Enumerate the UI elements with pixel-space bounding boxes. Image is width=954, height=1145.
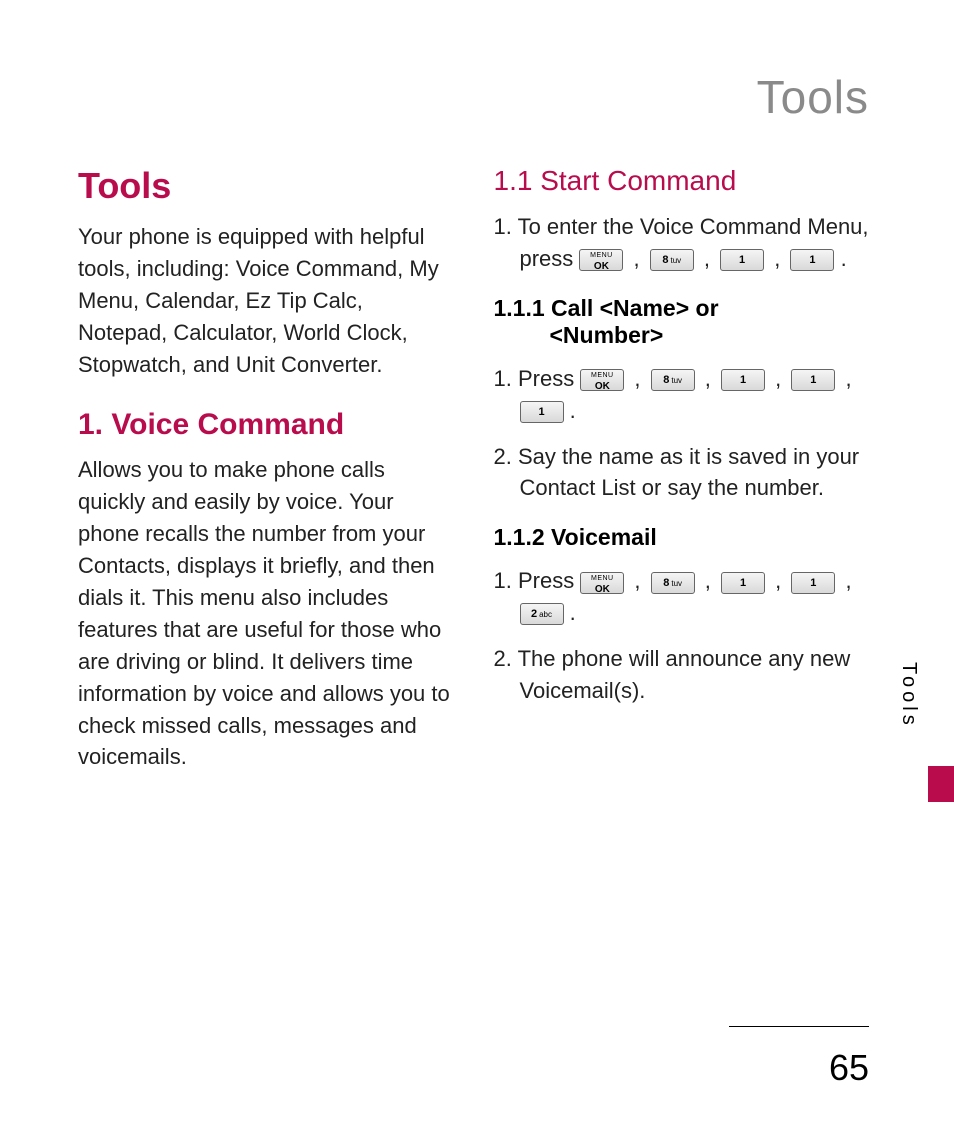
step-terminator: . <box>834 246 846 271</box>
separator-comma: , <box>698 246 716 271</box>
voicemail-step-1: 1. Press MENUOK , 8tuv , 1 , 1 , 2abc . <box>494 565 870 629</box>
key-1: 1 <box>721 572 765 594</box>
key-1: 1 <box>721 369 765 391</box>
key-menu-ok: MENUOK <box>580 572 624 594</box>
step-text: 1. Press <box>494 366 581 391</box>
separator-comma: , <box>769 568 787 593</box>
right-column: 1.1 Start Command 1. To enter the Voice … <box>494 165 870 787</box>
key-8: 8tuv <box>650 249 694 271</box>
side-tab-bar <box>928 766 954 802</box>
separator-comma: , <box>769 366 787 391</box>
separator-comma: , <box>628 366 646 391</box>
separator-comma: , <box>768 246 786 271</box>
key-2: 2abc <box>520 603 564 625</box>
heading-start-command: 1.1 Start Command <box>494 165 870 197</box>
side-tab-label: Tools <box>897 662 920 729</box>
key-8: 8tuv <box>651 572 695 594</box>
separator-comma: , <box>699 568 717 593</box>
voicemail-step-2: 2. The phone will announce any new Voice… <box>494 643 870 707</box>
running-head: Tools <box>757 70 869 124</box>
key-8: 8tuv <box>651 369 695 391</box>
key-1: 1 <box>791 572 835 594</box>
voicemail-steps: 1. Press MENUOK , 8tuv , 1 , 1 , 2abc . … <box>494 565 870 707</box>
key-menu-ok: MENUOK <box>580 369 624 391</box>
key-1: 1 <box>720 249 764 271</box>
heading-voicemail: 1.1.2 Voicemail <box>494 524 870 551</box>
separator-comma: , <box>839 366 851 391</box>
start-command-step-1: 1. To enter the Voice Command Menu, pres… <box>494 211 870 275</box>
voice-command-description: Allows you to make phone calls quickly a… <box>78 454 454 773</box>
separator-comma: , <box>839 568 851 593</box>
step-terminator: . <box>564 398 576 423</box>
separator-comma: , <box>699 366 717 391</box>
side-tab: Tools <box>926 680 954 776</box>
heading-voice-command: 1. Voice Command <box>78 408 454 442</box>
content-area: Tools Your phone is equipped with helpfu… <box>78 165 869 787</box>
call-steps: 1. Press MENUOK , 8tuv , 1 , 1 , 1 . 2. … <box>494 363 870 505</box>
key-1: 1 <box>790 249 834 271</box>
key-1: 1 <box>520 401 564 423</box>
key-1: 1 <box>791 369 835 391</box>
key-menu-ok: MENUOK <box>579 249 623 271</box>
step-terminator: . <box>564 600 576 625</box>
call-step-1: 1. Press MENUOK , 8tuv , 1 , 1 , 1 . <box>494 363 870 427</box>
left-column: Tools Your phone is equipped with helpfu… <box>78 165 454 787</box>
page-number: 65 <box>829 1047 869 1089</box>
call-step-2: 2. Say the name as it is saved in your C… <box>494 441 870 505</box>
step-text: 1. Press <box>494 568 581 593</box>
start-command-steps: 1. To enter the Voice Command Menu, pres… <box>494 211 870 275</box>
heading-call-name-number: 1.1.1 Call <Name> or <Number> <box>494 295 870 349</box>
separator-comma: , <box>628 568 646 593</box>
separator-comma: , <box>627 246 645 271</box>
tools-intro-paragraph: Your phone is equipped with helpful tool… <box>78 221 454 380</box>
section-title-tools: Tools <box>78 165 454 207</box>
folio-rule <box>729 1026 869 1027</box>
